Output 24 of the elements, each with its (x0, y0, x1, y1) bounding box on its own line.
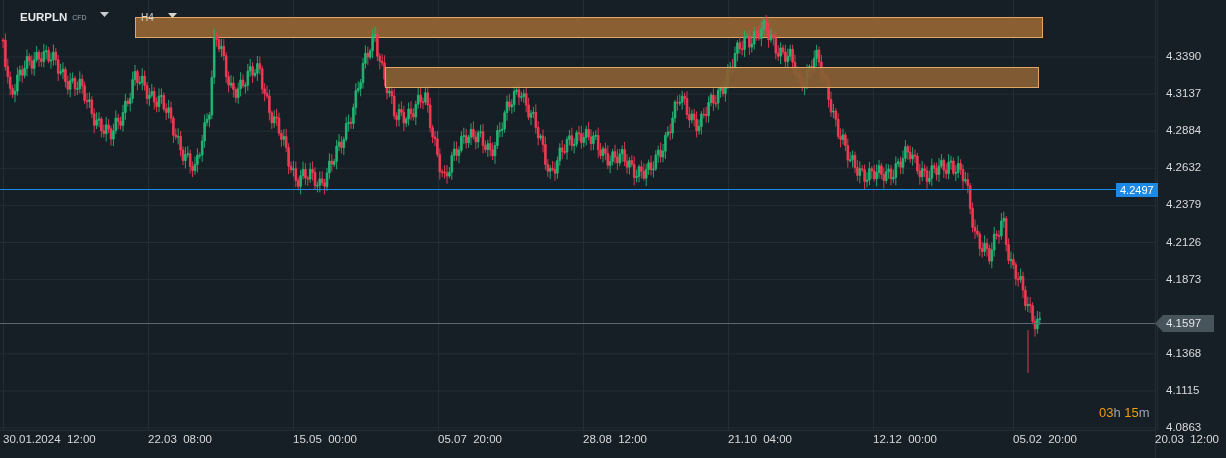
symbol-name: EURPLN (20, 11, 68, 23)
time-tick: 05.02 20:00 (1013, 433, 1077, 445)
price-tick: 4.2379 (1166, 198, 1202, 211)
price-tick: 4.1873 (1166, 272, 1202, 285)
time-tick: 30.01.2024 12:00 (3, 433, 96, 445)
bar-countdown: 03h 15m (1099, 405, 1150, 420)
price-tick: 4.2126 (1166, 235, 1202, 248)
price-tick: 4.1368 (1166, 346, 1202, 359)
time-tick: 28.08 12:00 (583, 433, 647, 445)
time-tick: 12.12 00:00 (873, 433, 937, 445)
time-tick: 21.10 04:00 (728, 433, 792, 445)
price-tick: 4.1115 (1166, 383, 1200, 396)
price-tick: 4.0863 (1166, 421, 1202, 433)
line-price-label: 4.2497 (1116, 183, 1158, 197)
time-tick: 15.05 00:00 (293, 433, 357, 445)
price-tick: 4.2632 (1166, 161, 1202, 174)
price-tick: 4.2884 (1166, 124, 1202, 137)
timeframe-label: H4 (141, 12, 154, 23)
time-tick: 20.03 12:00 (1155, 433, 1219, 445)
current-price-label: 4.1597 (1155, 315, 1214, 332)
time-tick: 05.07 20:00 (438, 433, 502, 445)
price-tick: 4.3390 (1166, 50, 1202, 62)
time-tick: 22.03 08:00 (148, 433, 212, 445)
price-tick: 4.3137 (1166, 87, 1202, 100)
